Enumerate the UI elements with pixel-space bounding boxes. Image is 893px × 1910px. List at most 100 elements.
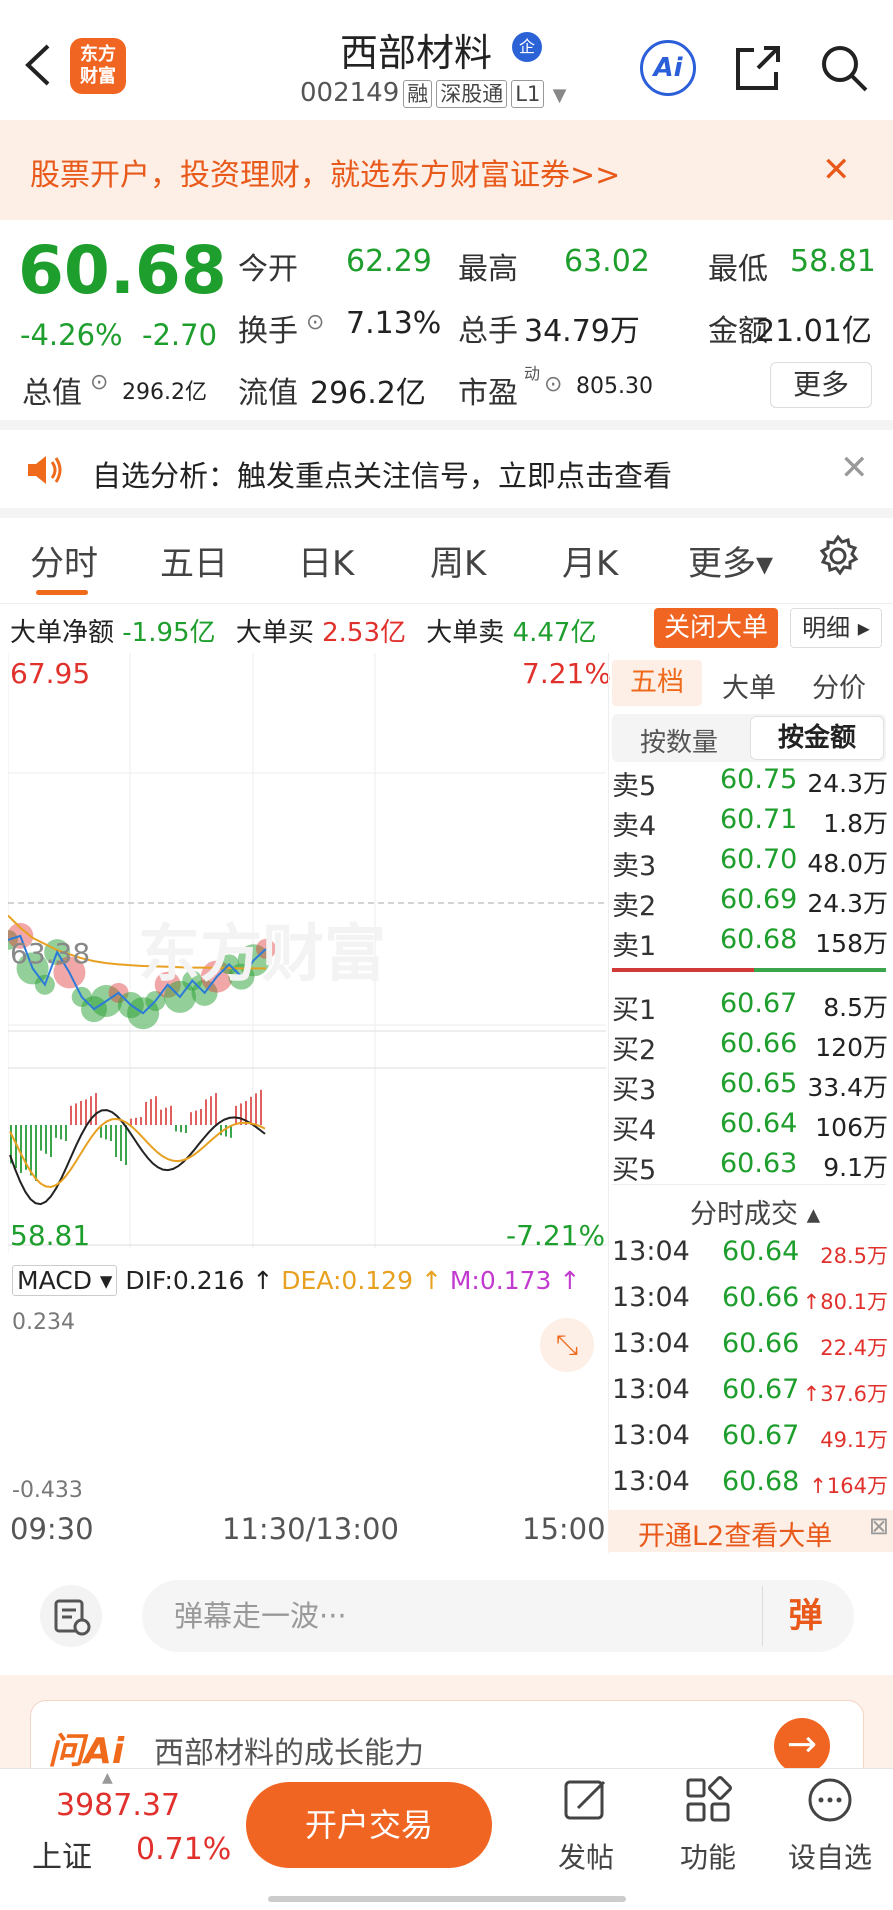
sub-tab-amount[interactable]: 按金额 <box>750 716 884 760</box>
macd-bar <box>200 1109 202 1125</box>
buy-label: 大单买 <box>235 618 314 648</box>
trade-price: 60.67 <box>722 1374 800 1405</box>
ask-row[interactable]: 卖3 60.70 48.0万 <box>612 844 888 884</box>
ask-row[interactable]: 卖2 60.69 24.3万 <box>612 884 888 924</box>
danmaku-settings-icon[interactable] <box>40 1585 102 1647</box>
l2-banner[interactable]: 开通L2查看大单 ⊠ <box>608 1510 893 1552</box>
tab-monthly-k[interactable]: 月K <box>562 536 618 585</box>
search-icon[interactable] <box>818 42 870 94</box>
ai-card-logo: 问Ai <box>48 1731 125 1772</box>
macd-bar <box>115 1125 117 1157</box>
nav-functions[interactable]: 功能 <box>658 1776 758 1876</box>
stock-code-row[interactable]: 002149 融深股通 L1 ▼ <box>300 78 566 108</box>
trade-volume-value: 28.5万 <box>820 1244 888 1268</box>
nav-post[interactable]: 发帖 <box>536 1776 636 1876</box>
float-label: 流值 <box>238 376 298 411</box>
info-icon[interactable]: ⊙ <box>90 370 108 395</box>
trade-volume-value: 22.4万 <box>820 1336 888 1360</box>
intraday-chart[interactable]: 东方财富 67.95 7.21% 63.38 58.81 -7.21% <box>0 653 611 1253</box>
alert-close-icon[interactable]: ✕ <box>840 448 869 488</box>
volume-label: 总手 <box>458 314 518 349</box>
time-mid: 11:30/13:00 <box>222 1512 399 1546</box>
share-icon[interactable] <box>732 42 784 94</box>
macd-bar <box>70 1105 72 1125</box>
trade-time: 13:04 <box>612 1282 690 1313</box>
ai-icon[interactable]: Ai <box>640 40 696 96</box>
ask-volume: 1.8万 <box>823 809 888 838</box>
tab-five-day[interactable]: 五日 <box>160 536 228 585</box>
trade-row: 13:04 60.68 ↑164万 <box>612 1466 888 1512</box>
trade-volume: 22.4万 <box>820 1332 888 1362</box>
nav-label-functions: 功能 <box>679 1841 736 1874</box>
bid-row[interactable]: 买3 60.65 33.4万 <box>612 1068 888 1108</box>
open-value: 62.29 <box>346 244 432 279</box>
sell-value: 4.47亿 <box>512 618 597 648</box>
ask-row[interactable]: 卖5 60.75 24.3万 <box>612 764 888 804</box>
volume-value: 34.79万 <box>524 314 640 349</box>
bid-row[interactable]: 买5 60.63 9.1万 <box>612 1148 888 1188</box>
mktcap-label: 总值 <box>22 376 82 411</box>
open-account-trade-button[interactable]: 开户交易 <box>246 1782 492 1868</box>
tab-weekly-k[interactable]: 周K <box>430 536 486 585</box>
l2-close-icon[interactable]: ⊠ <box>869 1512 889 1540</box>
macd-bar <box>110 1125 112 1141</box>
tab-big-order[interactable]: 大单 <box>722 666 776 705</box>
trade-up-arrow: ↑ <box>802 1290 821 1314</box>
tab-daily-k[interactable]: 日K <box>298 536 354 585</box>
macd-bar <box>155 1096 157 1125</box>
promo-close-icon[interactable]: ✕ <box>822 150 851 190</box>
enterprise-badge: 企 <box>512 32 542 62</box>
macd-bar <box>125 1125 127 1165</box>
home-indicator <box>268 1896 626 1902</box>
ai-card-text[interactable]: 西部材料的成长能力 <box>154 1728 424 1772</box>
tab-more[interactable]: 更多▾ <box>688 536 773 585</box>
pe-label: 市盈 <box>458 376 518 411</box>
detail-button[interactable]: 明细 ▸ <box>790 608 882 648</box>
high-label: 最高 <box>458 252 518 287</box>
macd-bar <box>250 1096 252 1125</box>
bid-row[interactable]: 买1 60.67 8.5万 <box>612 988 888 1028</box>
info-icon[interactable]: ⊙ <box>544 372 562 397</box>
tab-five-level[interactable]: 五档 <box>612 660 702 706</box>
macd-bar <box>60 1125 62 1140</box>
settings-gear-icon[interactable] <box>816 534 860 578</box>
trade-volume-value: 80.1万 <box>820 1290 888 1314</box>
trades-title[interactable]: 分时成交 ▴ <box>690 1192 820 1231</box>
bid-row[interactable]: 买2 60.66 120万 <box>612 1028 888 1068</box>
macd-bar <box>130 1118 132 1125</box>
promo-banner[interactable]: 股票开户，投资理财，就选东方财富证券>> <box>0 120 893 220</box>
expand-icon[interactable]: ⤡ <box>540 1318 594 1372</box>
macd-bar <box>105 1125 107 1140</box>
trade-volume: ↑80.1万 <box>803 1286 888 1316</box>
close-big-order-button[interactable]: 关闭大单 <box>654 608 778 648</box>
macd-selector[interactable]: MACD ▾ <box>12 1265 118 1296</box>
arrow-right-icon[interactable]: → <box>774 1718 830 1774</box>
trade-row: 13:04 60.67 ↑37.6万 <box>612 1374 888 1420</box>
info-icon[interactable]: ⊙ <box>306 310 324 335</box>
index-value[interactable]: 3987.37 <box>56 1788 180 1823</box>
ask-row[interactable]: 卖1 60.68 158万 <box>612 924 888 964</box>
tab-price-distribution[interactable]: 分价 <box>812 666 866 705</box>
bid-row[interactable]: 买4 60.64 106万 <box>612 1108 888 1148</box>
ask-label: 卖5 <box>612 771 657 802</box>
macd-bar <box>95 1093 97 1125</box>
net-label: 大单净额 <box>10 618 115 648</box>
alert-text[interactable]: 自选分析：触发重点关注信号，立即点击查看 <box>92 453 672 495</box>
danmaku-send-button[interactable]: 弹 <box>762 1586 848 1646</box>
ask-row[interactable]: 卖4 60.71 1.8万 <box>612 804 888 844</box>
tab-intraday[interactable]: 分时 <box>30 536 98 585</box>
ask-volume: 24.3万 <box>807 889 888 918</box>
sub-tab-quantity[interactable]: 按数量 <box>640 722 718 759</box>
danmaku-input[interactable]: 弹幕走一波··· <box>142 1580 854 1652</box>
trade-row: 13:04 60.66 22.4万 <box>612 1328 888 1374</box>
index-name: 上证 <box>32 1840 92 1875</box>
nav-add-watchlist[interactable]: 设自选 <box>780 1776 880 1876</box>
app-logo[interactable]: 东方 财富 <box>70 38 126 94</box>
back-arrow-icon[interactable] <box>18 40 58 90</box>
net-value: -1.95亿 <box>122 618 216 648</box>
index-percent: 0.71% <box>136 1832 232 1867</box>
bid-label: 买1 <box>612 995 657 1026</box>
tab-underline <box>36 590 88 595</box>
macd-bar <box>150 1099 152 1125</box>
more-button[interactable]: 更多 <box>770 362 872 408</box>
